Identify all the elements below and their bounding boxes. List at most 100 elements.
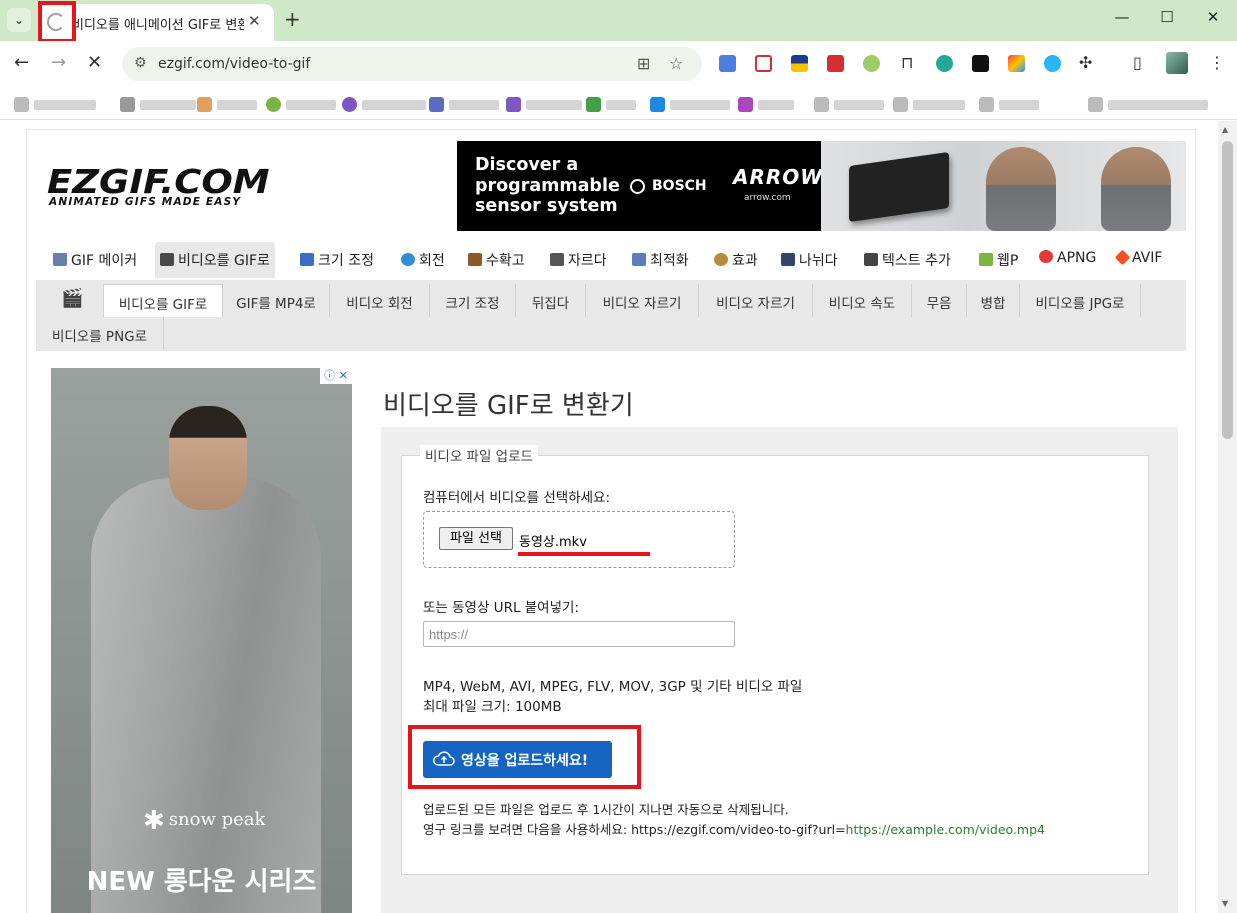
subnav-video-to-jpg[interactable]: 비디오를 JPG로 (1020, 284, 1141, 317)
forward-arrow-icon[interactable]: → (51, 52, 66, 73)
extensions-puzzle-icon[interactable]: ✣ (1079, 53, 1092, 72)
back-arrow-icon[interactable]: ← (14, 52, 29, 73)
bookmark-item[interactable] (814, 94, 884, 112)
file-dropzone[interactable]: 파일 선택 동영상.mkv (423, 511, 735, 568)
subnav-crop-video[interactable]: 비디오 자르기 (699, 284, 813, 317)
permalink-prefix: 영구 링크를 보려면 다음을 사용하세요: https://ezgif.com/… (423, 822, 846, 837)
side-ad[interactable]: ⓘ ✕ ✱ snow peak NEW 롱다운 시리즈 (51, 368, 352, 913)
crop-icon (468, 253, 482, 266)
subnav-gif-to-mp4[interactable]: GIF를 MP4로 (223, 284, 330, 317)
permalink-example-link[interactable]: https://example.com/video.mp4 (846, 822, 1045, 837)
nav-cut[interactable]: 자르다 (550, 250, 607, 270)
nav-effects[interactable]: 효과 (714, 250, 758, 270)
bookmark-item[interactable] (893, 94, 965, 112)
bookmark-item[interactable] (197, 94, 257, 112)
minimize-button[interactable]: — (1112, 8, 1132, 26)
subnav-resize[interactable]: 크기 조정 (430, 284, 516, 317)
url-text[interactable]: ezgif.com/video-to-gif (158, 56, 310, 72)
bookmark-item[interactable] (120, 94, 196, 112)
menu-kebab-icon[interactable]: ⋮ (1209, 53, 1225, 72)
blue-circle-extension-icon[interactable] (1044, 55, 1061, 72)
subnav-mute[interactable]: 무음 (912, 284, 967, 317)
nav-split[interactable]: 나뉘다 (781, 250, 838, 270)
nav-gif-maker[interactable]: GIF 메이커 (53, 250, 137, 270)
person-image (1101, 147, 1171, 231)
subnav-video-speed[interactable]: 비디오 속도 (813, 284, 912, 317)
bookmark-item[interactable] (506, 94, 582, 112)
nav-label: APNG (1057, 250, 1097, 266)
bookmark-extension-icon[interactable]: ⊓ (901, 53, 913, 72)
subnav-video-to-png[interactable]: 비디오를 PNG로 (36, 317, 164, 350)
subnav-rotate-video[interactable]: 비디오 회전 (330, 284, 430, 317)
dark-extension-icon[interactable] (972, 55, 989, 72)
bosch-text: BOSCH (652, 178, 707, 194)
plant-extension-icon[interactable] (863, 55, 880, 72)
sub-nav: 🎬 비디오를 GIF로 GIF를 MP4로 비디오 회전 크기 조정 뒤집다 비… (36, 280, 1186, 351)
nav-avif[interactable]: AVIF (1114, 249, 1162, 266)
scroll-down-icon[interactable]: ▼ (1222, 899, 1228, 908)
clapperboard-icon: 🎬 (61, 288, 84, 309)
nav-add-text[interactable]: 텍스트 추가 (864, 250, 951, 270)
tab-close-icon[interactable]: ✕ (248, 12, 261, 30)
bookmark-item[interactable] (979, 94, 1039, 112)
browser-window: ⌄ 비디오를 애니메이션 GIF로 변환 ✕ + — ☐ ✕ ← → ✕ ⚙ e… (0, 0, 1237, 913)
media-extension-icon[interactable] (755, 55, 772, 72)
stop-loading-icon[interactable]: ✕ (87, 52, 102, 73)
subnav-video-to-gif[interactable]: 비디오를 GIF로 (103, 284, 223, 317)
ad-model-head-image (169, 406, 247, 510)
bookmark-item[interactable] (1088, 94, 1208, 112)
optimize-icon (632, 253, 646, 266)
url-label: 또는 동영상 URL 붙여넣기: (423, 600, 579, 616)
google-translate-extension-icon[interactable] (719, 55, 736, 72)
side-panel-icon[interactable]: ▯ (1133, 53, 1142, 72)
subnav-flip[interactable]: 뒤집다 (516, 284, 586, 317)
ad-headline: NEW 롱다운 시리즈 (86, 867, 317, 897)
subnav-merge[interactable]: 병합 (967, 284, 1020, 317)
bookmark-item[interactable] (14, 94, 96, 112)
nav-label: GIF 메이커 (71, 253, 138, 269)
nav-optimize[interactable]: 최적화 (632, 250, 689, 270)
bookmark-item[interactable] (738, 94, 794, 112)
highlight-underline (518, 552, 650, 556)
download-extension-icon[interactable] (791, 55, 808, 72)
colorful-extension-icon[interactable] (1008, 55, 1025, 72)
nav-video-to-gif[interactable]: 비디오를 GIF로 (155, 242, 275, 278)
ad-choices-icon[interactable]: ⓘ ✕ (320, 368, 352, 384)
nav-crop[interactable]: 수확고 (468, 250, 525, 270)
translate-icon[interactable]: ⊞ (637, 54, 650, 73)
page-scrollbar[interactable]: ▲ ▼ (1218, 121, 1237, 913)
upload-notes: 업로드된 모든 파일은 업로드 후 1시간이 지나면 자동으로 삭제됩니다. 영… (423, 800, 1045, 840)
nav-apng[interactable]: APNG (1039, 250, 1096, 266)
bookmark-item[interactable] (266, 94, 336, 112)
new-tab-button[interactable]: + (284, 7, 301, 31)
maximize-button[interactable]: ☐ (1157, 8, 1177, 26)
tab-search-button[interactable]: ⌄ (7, 8, 31, 32)
selected-file-name: 동영상.mkv (519, 535, 587, 550)
pdf-extension-icon[interactable] (827, 55, 844, 72)
webp-icon (979, 253, 993, 266)
person-image (986, 147, 1056, 231)
select-file-label: 컴퓨터에서 비디오를 선택하세요: (423, 490, 611, 506)
video-url-input[interactable] (423, 621, 735, 647)
scroll-thumb[interactable] (1222, 141, 1233, 439)
nav-webp[interactable]: 웹P (979, 250, 1018, 270)
close-window-button[interactable]: ✕ (1203, 8, 1223, 26)
bosch-mark-icon (630, 178, 645, 194)
green-circle-extension-icon[interactable] (936, 55, 953, 72)
nav-resize[interactable]: 크기 조정 (300, 250, 374, 270)
profile-avatar[interactable] (1166, 52, 1188, 74)
arrow-url: arrow.com (744, 193, 791, 203)
nav-rotate[interactable]: 회전 (401, 250, 445, 270)
bookmark-item[interactable] (342, 94, 426, 112)
site-info-icon[interactable]: ⚙ (134, 55, 147, 71)
scroll-up-icon[interactable]: ▲ (1222, 125, 1228, 134)
bookmark-item[interactable] (429, 94, 499, 112)
address-bar[interactable]: ⚙ ezgif.com/video-to-gif ⊞ ☆ (122, 47, 702, 81)
bookmark-item[interactable] (586, 94, 636, 112)
choose-file-button[interactable]: 파일 선택 (439, 527, 513, 550)
gif-maker-icon (53, 253, 67, 266)
bookmark-item[interactable] (650, 94, 730, 112)
bookmark-star-icon[interactable]: ☆ (669, 54, 683, 73)
subnav-cut-video[interactable]: 비디오 자르기 (586, 284, 699, 317)
banner-ad[interactable]: Discover a programmable sensor system BO… (457, 141, 1186, 231)
